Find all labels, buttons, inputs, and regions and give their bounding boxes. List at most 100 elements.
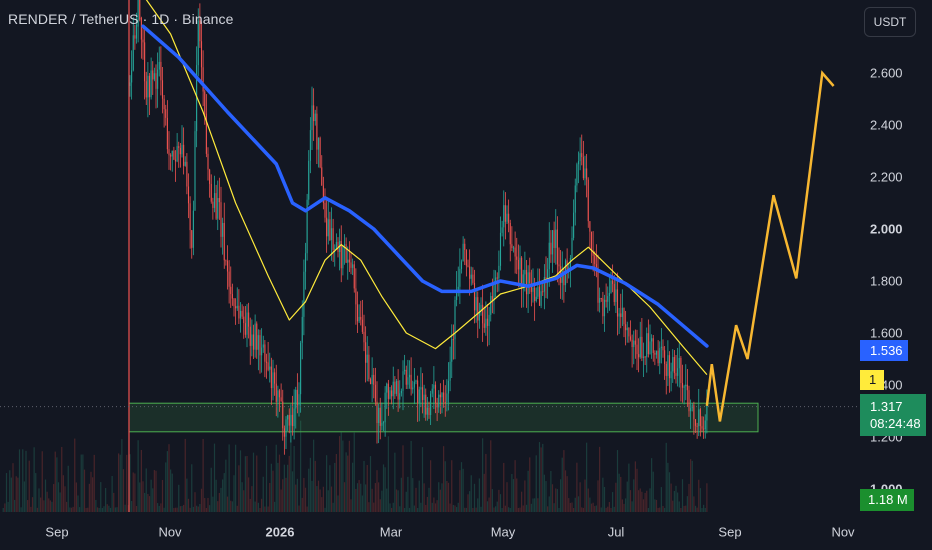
volume-bars	[2, 420, 708, 512]
volume-bar	[145, 468, 147, 512]
candle-body	[371, 374, 373, 385]
volume-bar	[340, 432, 342, 512]
volume-bar	[308, 468, 310, 512]
volume-bar	[298, 505, 300, 512]
volume-bar	[283, 464, 285, 512]
volume-bar	[573, 507, 575, 512]
candle-body	[363, 331, 365, 343]
volume-bar	[197, 506, 199, 512]
volume-bar	[542, 443, 544, 512]
candle-body	[590, 231, 593, 251]
volume-bar	[537, 498, 539, 512]
candle-body	[652, 338, 654, 353]
volume-bar	[659, 507, 661, 512]
candle-body	[599, 298, 601, 303]
candle-body	[431, 388, 433, 394]
volume-bar	[685, 505, 687, 512]
volume-bar	[53, 484, 55, 512]
volume-bar	[413, 505, 415, 512]
candle-body	[620, 313, 622, 317]
volume-bar	[251, 486, 253, 512]
candle-body	[204, 91, 206, 114]
volume-bar	[212, 496, 214, 512]
candle-body	[142, 39, 144, 43]
volume-bar	[343, 482, 346, 512]
last-price-value: 1.317	[870, 399, 903, 414]
volume-bar	[443, 446, 445, 512]
candle-body	[683, 386, 685, 388]
volume-bar	[534, 498, 536, 512]
volume-bar	[555, 488, 557, 512]
volume-bar	[90, 471, 92, 512]
volume-bar	[194, 492, 196, 512]
currency-button[interactable]: USDT	[864, 7, 916, 37]
volume-bar	[556, 489, 558, 512]
projection-arrow[interactable]	[705, 70, 835, 422]
volume-bar	[521, 491, 523, 512]
candle-body	[225, 260, 227, 262]
candle-body	[413, 381, 415, 388]
volume-bar	[436, 500, 438, 512]
volume-bar	[96, 507, 99, 512]
volume-bar	[134, 473, 136, 512]
volume-bar	[558, 507, 560, 512]
volume-bar	[293, 446, 295, 512]
volume-bar	[303, 477, 305, 512]
volume-bar	[590, 503, 593, 512]
candle-body	[223, 222, 225, 261]
volume-bar	[204, 497, 206, 512]
candle-body	[610, 280, 612, 293]
candle-body	[415, 380, 417, 382]
candle-body	[434, 384, 437, 404]
candle-body	[157, 69, 159, 89]
candle-body	[420, 387, 422, 390]
candle-body	[202, 67, 204, 92]
chart-overlays	[0, 0, 860, 512]
price-chart[interactable]	[0, 0, 932, 550]
volume-bar	[561, 457, 563, 512]
volume-bar	[335, 454, 337, 512]
volume-bar	[545, 481, 547, 512]
candle-body	[443, 392, 445, 402]
volume-bar	[183, 504, 185, 512]
volume-bar	[397, 490, 399, 512]
volume-bar	[51, 501, 53, 512]
candle-body	[408, 374, 411, 378]
candle-body	[699, 409, 701, 427]
candle-body	[304, 253, 307, 272]
candle-body	[392, 381, 394, 397]
volume-bar	[80, 454, 82, 512]
volume-bar	[352, 462, 354, 512]
candle-body	[343, 244, 346, 246]
volume-bar	[469, 491, 471, 512]
candle-body	[473, 282, 476, 311]
volume-bar	[184, 438, 186, 512]
volume-bar	[543, 474, 545, 512]
volume-bar	[205, 507, 207, 512]
volume-bar	[243, 490, 245, 512]
symbol-title[interactable]: RENDER / TetherUS · 1D · Binance	[8, 11, 233, 27]
volume-bar	[118, 453, 120, 512]
candle-body	[197, 20, 199, 66]
volume-bar	[703, 504, 705, 512]
volume-bar	[386, 488, 388, 512]
volume-bar	[530, 503, 532, 512]
candle-body	[158, 61, 160, 70]
candle-body	[628, 327, 630, 337]
candle-body	[521, 257, 523, 288]
volume-bar	[23, 481, 25, 512]
candle-body	[605, 299, 607, 302]
volume-bar	[488, 497, 490, 512]
candle-body	[262, 344, 264, 348]
volume-bar	[696, 507, 698, 512]
volume-tag: 1.18 M	[860, 489, 914, 511]
candle-body	[681, 383, 684, 388]
volume-bar	[603, 486, 606, 512]
candle-body	[311, 105, 313, 131]
candle-body	[470, 274, 472, 279]
volume-bar	[550, 471, 552, 512]
volume-bar	[126, 454, 128, 512]
volume-bar	[181, 505, 183, 512]
candle-body	[659, 348, 661, 364]
candle-body	[194, 131, 196, 211]
